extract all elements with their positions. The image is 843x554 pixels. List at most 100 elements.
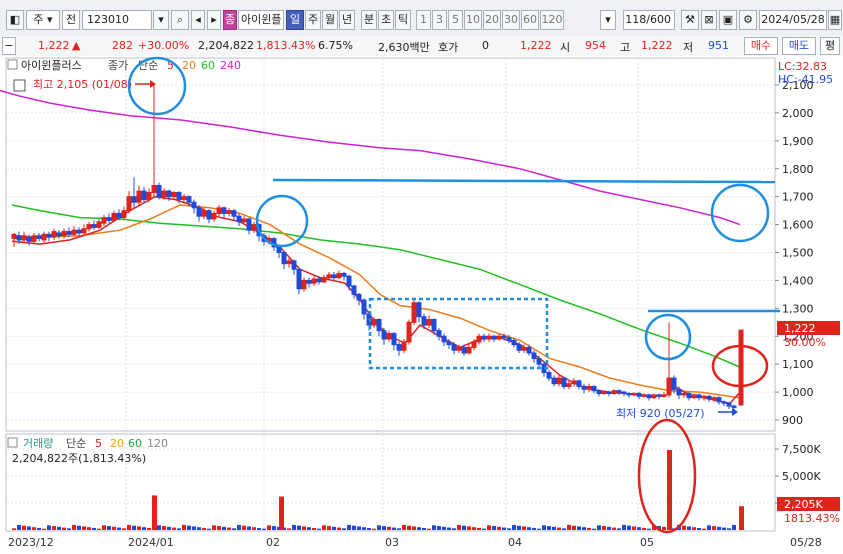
next-stock-icon[interactable]: ▸ (207, 10, 221, 30)
candle-body (491, 335, 497, 340)
volume-bar (317, 528, 321, 530)
volume-label: 거래량 (23, 437, 53, 450)
candle-body (506, 337, 512, 341)
buy-button[interactable]: 매수 (744, 37, 778, 55)
volume-bar (392, 527, 396, 530)
code-dropdown-icon[interactable]: ▾ (153, 10, 169, 30)
volume-bar (347, 524, 351, 530)
candle-body (231, 210, 237, 217)
volume-bar (22, 525, 26, 530)
current-pct-tag: 30.00% (784, 336, 826, 349)
candle-body (131, 196, 137, 203)
volume-bar (247, 526, 251, 530)
view-menu-icon[interactable]: ▾ (600, 10, 616, 30)
market-select[interactable]: 주 ▾ (26, 10, 60, 30)
candle-body (476, 335, 482, 343)
date-input[interactable]: 2024/05/28 (759, 10, 827, 30)
interval-5-button[interactable]: 5 (448, 10, 463, 30)
candle-body (651, 394, 657, 399)
chart-area[interactable]: 2,100 2,000 1,900 1,800 1,700 1,600 1,500 1,400… (0, 56, 843, 551)
candle-body (201, 210, 207, 217)
volume-bar (272, 526, 276, 530)
volume-bar (627, 525, 631, 530)
interval-120-button[interactable]: 120 (540, 10, 564, 30)
chart-type-day-button[interactable]: 일 (286, 10, 304, 30)
x-axis-label: 05/28 (790, 536, 822, 549)
volume-panel-collapse-icon[interactable] (7, 437, 18, 448)
volume-bar (477, 527, 481, 530)
candle-body (706, 395, 712, 400)
volume-bar (537, 528, 541, 530)
volume-bar (502, 527, 506, 530)
save-icon[interactable]: ▣ (719, 10, 737, 30)
volume-bar (82, 526, 86, 530)
price-axis-label: 1,500 (782, 247, 814, 260)
search-icon[interactable]: ⌕ (171, 10, 189, 30)
volume-bar (637, 527, 641, 530)
interval-1-button[interactable]: 1 (416, 10, 431, 30)
panel-collapse-icon[interactable] (7, 59, 18, 70)
volume-bar (722, 527, 726, 530)
eval-button[interactable]: 평 (820, 37, 840, 55)
volume-bar (707, 525, 711, 530)
candle-body (356, 293, 362, 301)
candle-body (291, 260, 297, 270)
volume-bar (117, 527, 121, 530)
volume-bar (107, 526, 111, 530)
volume-spike-bar (152, 495, 157, 530)
candle-body (731, 405, 737, 408)
interval-60-button[interactable]: 60 (521, 10, 539, 30)
toolbar-row: ◧ 주 ▾ 전 123010 ▾ ⌕ ◂ ▸ 종 아이윈플러 일 주 월 년 분… (0, 10, 843, 32)
candle-body (391, 332, 397, 346)
candle-body (591, 386, 597, 392)
interval-10-button[interactable]: 10 (464, 10, 482, 30)
prev-stock-icon[interactable]: ◂ (191, 10, 205, 30)
candle-body (676, 388, 682, 396)
tools-icon[interactable]: ⚒ (681, 10, 699, 30)
volume-bar (192, 526, 196, 530)
sell-button[interactable]: 매도 (782, 37, 816, 55)
interval-20-button[interactable]: 20 (483, 10, 501, 30)
volume-spike-bar (739, 506, 744, 530)
candle-body (556, 377, 562, 385)
candle-body (721, 401, 727, 404)
candle-body (186, 196, 192, 203)
candle-body (61, 231, 67, 237)
code-input[interactable]: 123010 (82, 10, 152, 30)
chart-type-week-button[interactable]: 주 (305, 10, 321, 30)
calc-icon[interactable] (13, 79, 26, 92)
candle-body (206, 210, 212, 220)
lock-icon[interactable]: ⊠ (701, 10, 717, 30)
volume-bar (442, 526, 446, 530)
candle-body (571, 380, 577, 385)
candle-body (486, 335, 492, 340)
volume-bar (47, 525, 51, 530)
candle-body (211, 212, 217, 220)
chart-type-month-button[interactable]: 월 (322, 10, 338, 30)
volume-bar (67, 528, 71, 530)
chart-type-tick-button[interactable]: 틱 (395, 10, 411, 30)
volume-bar (687, 526, 691, 530)
candle-body (586, 386, 592, 390)
calendar-icon[interactable]: ▦ (828, 10, 842, 30)
volume-bar (492, 526, 496, 530)
volume-bar (622, 524, 626, 530)
quote-collapse-button[interactable]: − (2, 37, 16, 55)
period-select[interactable]: 전 (62, 10, 80, 30)
layout-icon[interactable]: ◧ (6, 10, 24, 30)
gear-icon[interactable]: ⚙ (739, 10, 757, 30)
candle-body (661, 394, 667, 397)
chart-type-second-button[interactable]: 초 (378, 10, 394, 30)
interval-3-button[interactable]: 3 (432, 10, 447, 30)
volume-bar (72, 524, 76, 530)
volume-bar (257, 527, 261, 530)
candle-body (501, 335, 507, 339)
candle-body (46, 233, 52, 238)
count-display[interactable]: 118/600 (623, 10, 675, 30)
chart-svg[interactable]: 2,1002,0001,9001,8001,7001,6001,5001,400… (0, 56, 843, 551)
chart-type-year-button[interactable]: 년 (339, 10, 355, 30)
chart-type-minute-button[interactable]: 분 (361, 10, 377, 30)
interval-30-button[interactable]: 30 (502, 10, 520, 30)
candle-body (546, 372, 552, 379)
volume-bar (452, 528, 456, 530)
